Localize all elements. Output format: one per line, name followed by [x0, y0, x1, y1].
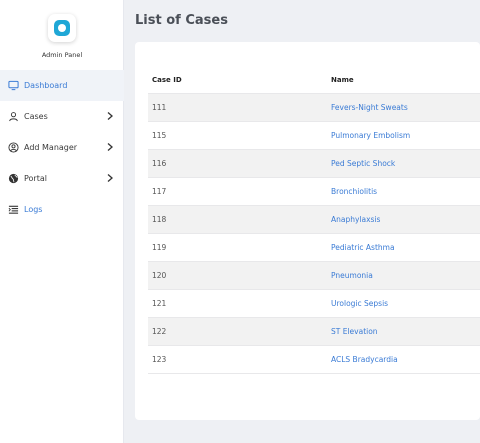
table-row[interactable]: 111 Fevers-Night Sweats — [148, 94, 480, 122]
cases-table: Case ID Name 111 Fevers-Night Sweats 115… — [148, 66, 480, 374]
sidebar-nav: Dashboard Cases Add Manager Portal Logs — [0, 70, 124, 225]
table-row[interactable]: 120 Pneumonia — [148, 262, 480, 290]
sidebar-item-logs[interactable]: Logs — [0, 194, 124, 225]
case-name-link[interactable]: Pulmonary Embolism — [331, 131, 480, 140]
table-header: Case ID Name — [148, 66, 480, 94]
logo-area: Admin Panel — [0, 14, 124, 59]
page-title: List of Cases — [135, 13, 228, 28]
sidebar-item-label: Dashboard — [24, 81, 68, 90]
sidebar-item-label: Cases — [24, 112, 48, 121]
sidebar-item-label: Portal — [24, 174, 47, 183]
case-name-link[interactable]: Pediatric Asthma — [331, 243, 480, 252]
app-root: Admin Panel Dashboard Cases Add Manager … — [0, 0, 480, 443]
sidebar: Admin Panel Dashboard Cases Add Manager … — [0, 0, 124, 443]
case-name-link[interactable]: Urologic Sepsis — [331, 299, 480, 308]
sidebar-item-label: Logs — [24, 205, 43, 214]
sidebar-item-portal[interactable]: Portal — [0, 163, 124, 194]
table-row[interactable]: 119 Pediatric Asthma — [148, 234, 480, 262]
table-row[interactable]: 117 Bronchiolitis — [148, 178, 480, 206]
sidebar-item-dashboard[interactable]: Dashboard — [0, 70, 124, 101]
case-id-cell: 122 — [152, 327, 167, 336]
chevron-right-icon[interactable] — [105, 142, 115, 152]
case-name-link[interactable]: Fevers-Night Sweats — [331, 103, 480, 112]
table-row[interactable]: 123 ACLS Bradycardia — [148, 346, 480, 374]
app-logo-icon[interactable] — [48, 14, 76, 42]
column-header-case-id: Case ID — [152, 75, 182, 84]
logo-label: Admin Panel — [41, 51, 83, 59]
sidebar-item-cases[interactable]: Cases — [0, 101, 124, 132]
case-name-link[interactable]: ACLS Bradycardia — [331, 355, 480, 364]
case-id-cell: 117 — [152, 187, 167, 196]
case-id-cell: 120 — [152, 271, 167, 280]
case-name-link[interactable]: Pneumonia — [331, 271, 480, 280]
case-name-link[interactable]: Ped Septic Shock — [331, 159, 480, 168]
column-header-name: Name — [331, 75, 354, 84]
user-circle-icon — [7, 142, 19, 154]
case-id-cell: 118 — [152, 215, 167, 224]
chevron-right-icon[interactable] — [105, 111, 115, 121]
table-row[interactable]: 122 ST Elevation — [148, 318, 480, 346]
case-name-link[interactable]: Anaphylaxsis — [331, 215, 480, 224]
case-id-cell: 123 — [152, 355, 167, 364]
case-name-link[interactable]: ST Elevation — [331, 327, 480, 336]
chevron-right-icon[interactable] — [105, 173, 115, 183]
case-name-link[interactable]: Bronchiolitis — [331, 187, 480, 196]
case-id-cell: 111 — [152, 103, 167, 112]
case-id-cell: 119 — [152, 243, 167, 252]
monitor-icon — [7, 80, 19, 92]
table-row[interactable]: 116 Ped Septic Shock — [148, 150, 480, 178]
table-row[interactable]: 118 Anaphylaxsis — [148, 206, 480, 234]
case-id-cell: 121 — [152, 299, 167, 308]
user-icon — [7, 111, 19, 123]
list-icon — [7, 204, 19, 216]
table-row[interactable]: 121 Urologic Sepsis — [148, 290, 480, 318]
cases-card: Case ID Name 111 Fevers-Night Sweats 115… — [135, 42, 480, 420]
sidebar-item-label: Add Manager — [24, 143, 78, 152]
table-row[interactable]: 115 Pulmonary Embolism — [148, 122, 480, 150]
case-id-cell: 116 — [152, 159, 167, 168]
case-id-cell: 115 — [152, 131, 167, 140]
globe-icon — [7, 173, 19, 185]
sidebar-item-add-manager[interactable]: Add Manager — [0, 132, 124, 163]
